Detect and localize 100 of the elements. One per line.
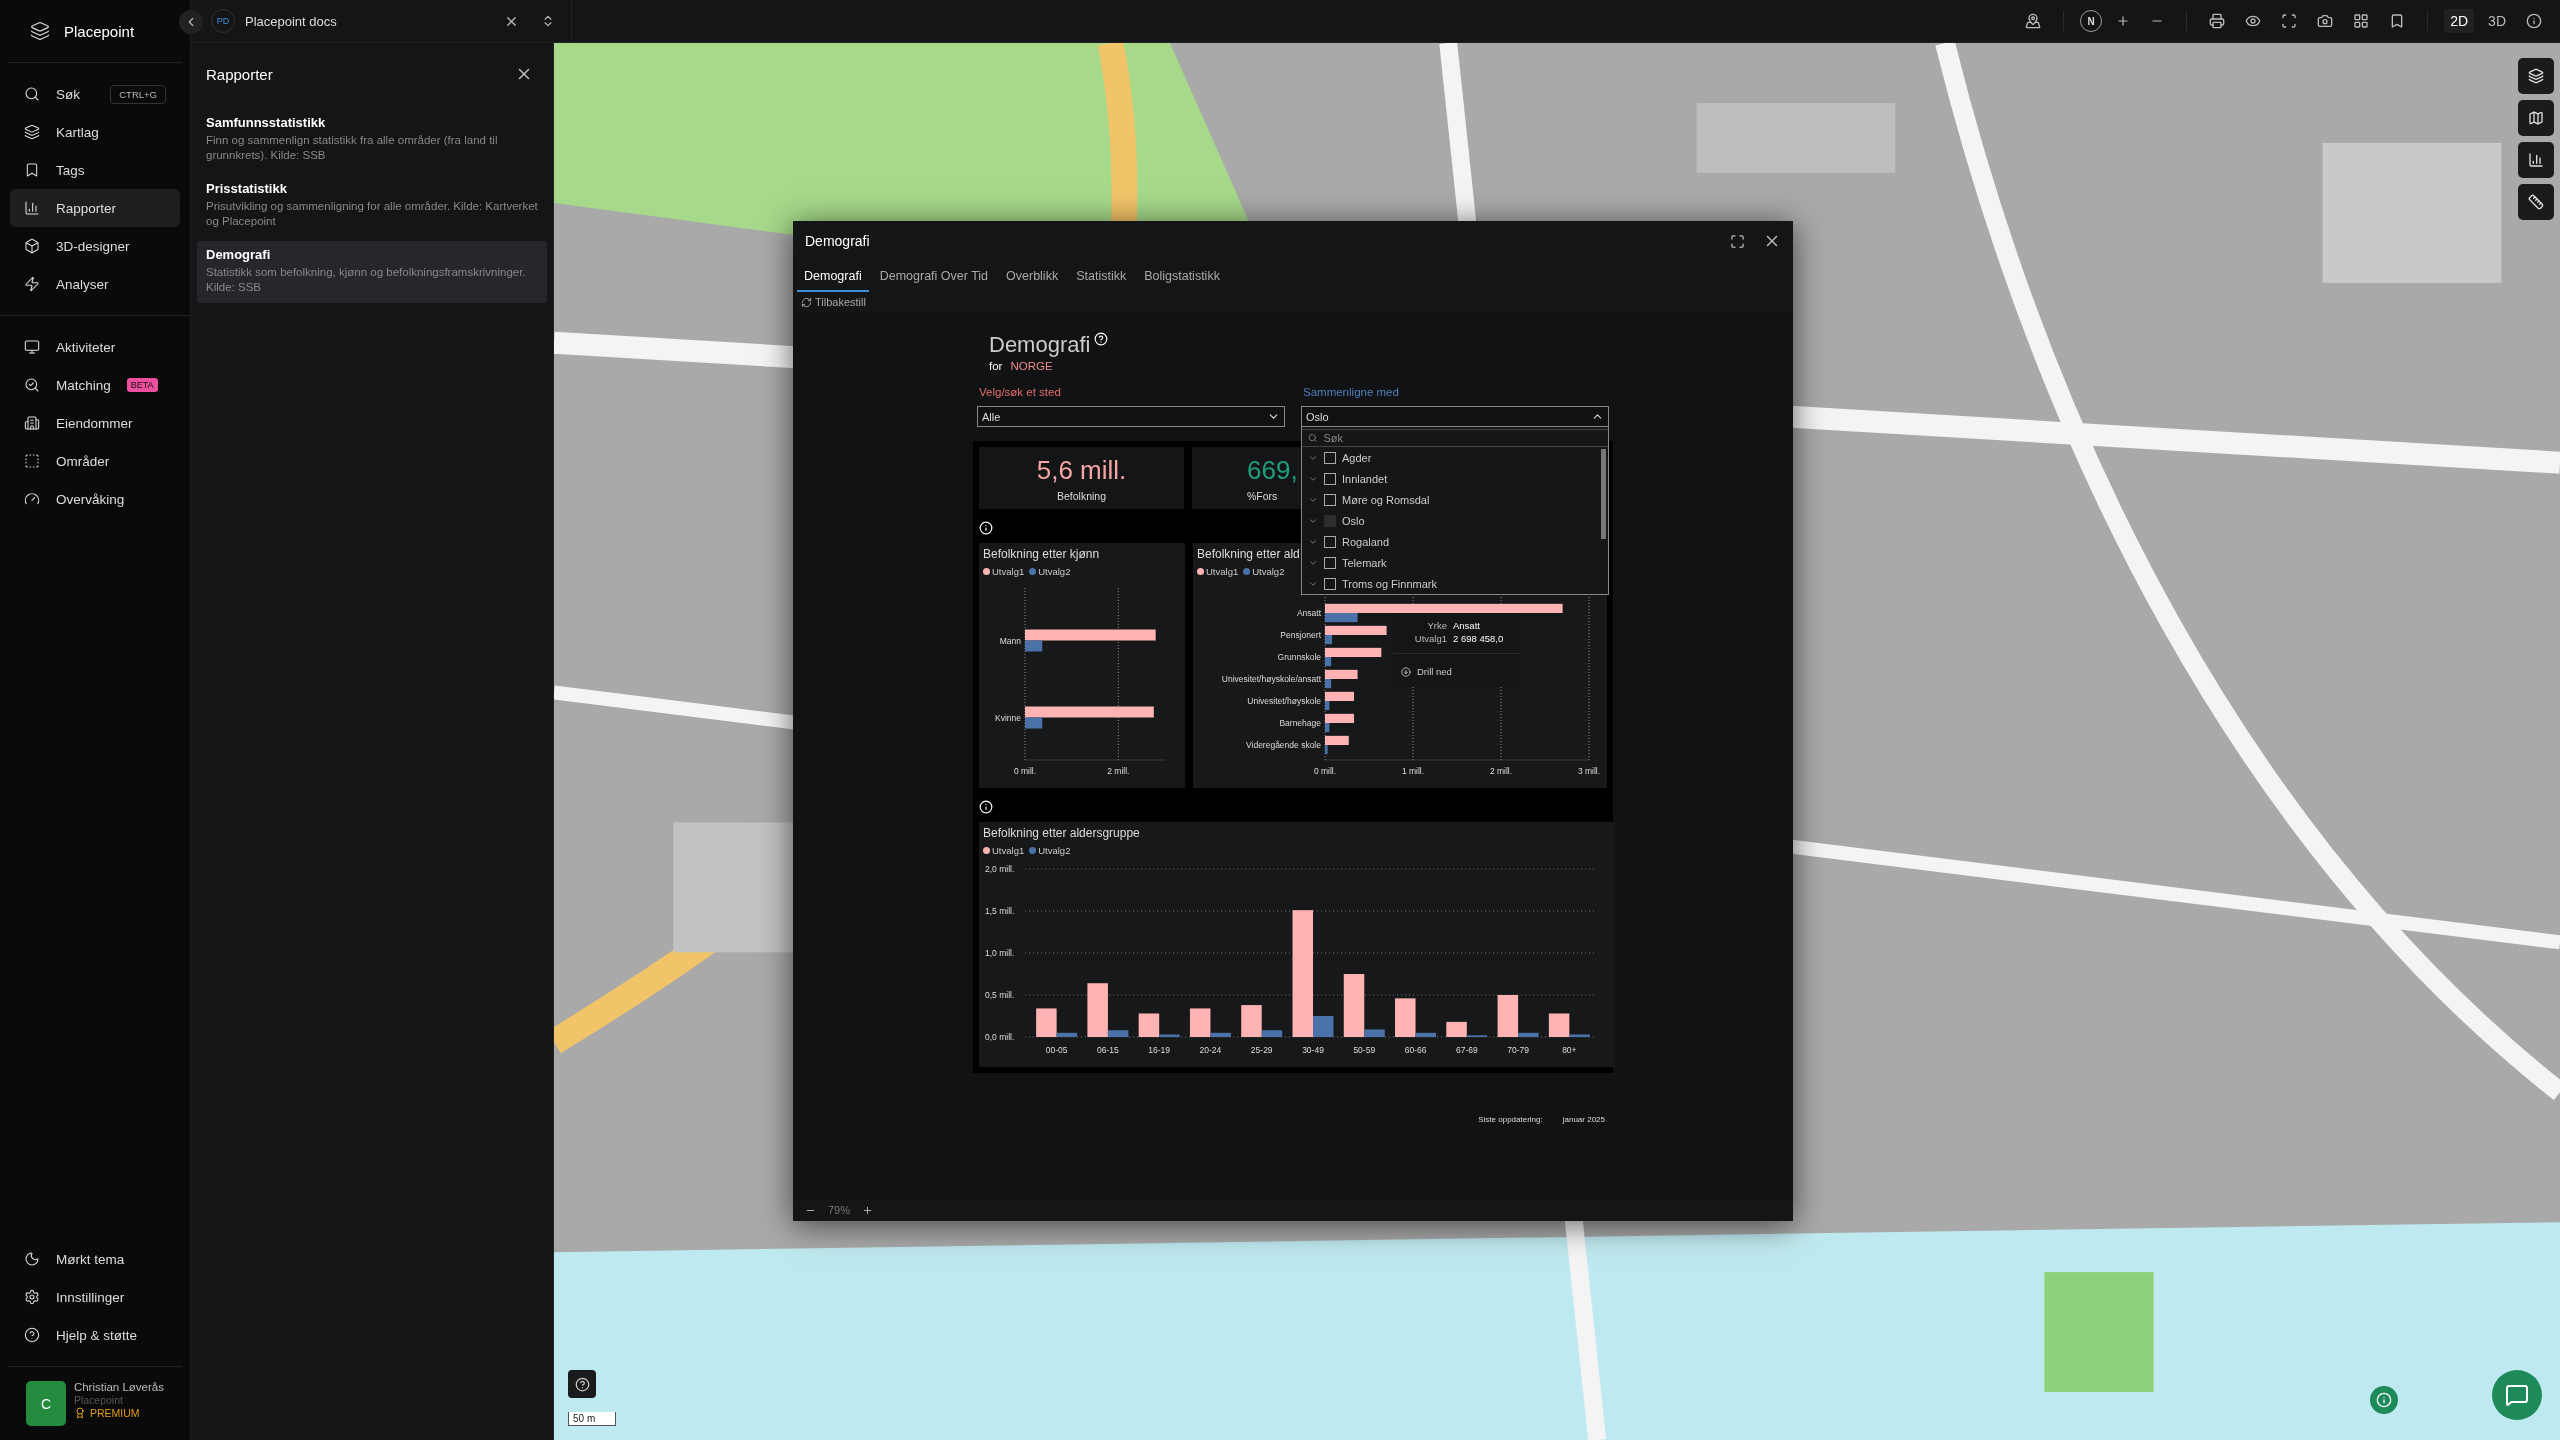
info-icon[interactable] — [979, 800, 993, 814]
dropdown-option[interactable]: Agder — [1302, 447, 1600, 468]
gauge-icon — [24, 491, 40, 507]
dropdown-option[interactable]: Troms og Finnmark — [1302, 573, 1600, 594]
tab[interactable]: Statistikk — [1069, 261, 1134, 292]
tab[interactable]: Demografi — [797, 261, 869, 292]
nav-item[interactable]: Aktiviteter — [10, 328, 180, 366]
help-button[interactable] — [568, 1370, 596, 1398]
tooltip-key: Utvalg1 — [1399, 632, 1447, 645]
report-title: Prisstatistikk — [206, 181, 288, 196]
view-mode-button[interactable]: 2D — [2444, 9, 2475, 33]
legend-dot — [983, 847, 990, 854]
help-icon — [574, 1376, 590, 1392]
option-label: Innlandet — [1342, 472, 1388, 485]
camera-icon — [2317, 13, 2334, 29]
ruler-button[interactable] — [2518, 184, 2554, 220]
nav-label: Områder — [56, 453, 110, 469]
nav-item[interactable]: Matching BETA — [10, 366, 180, 404]
category-label: 30-49 — [1302, 1045, 1324, 1055]
nav-item[interactable]: Områder — [10, 442, 180, 480]
collapse-button[interactable] — [179, 10, 203, 34]
nav-item[interactable]: Eiendommer — [10, 404, 180, 442]
place-name: NORGE — [1010, 360, 1053, 372]
tab[interactable]: Demografi Over Tid — [872, 261, 996, 292]
tab[interactable]: Boligstatistikk — [1137, 261, 1227, 292]
select-label: Sammenligne med — [1302, 386, 1400, 398]
checkbox[interactable] — [1324, 493, 1336, 506]
checkbox[interactable] — [1324, 472, 1336, 485]
report-item[interactable]: Demografi Statistikk som befolkning, kjønn og befolkningsframskrivninger. Kilde: SSB — [197, 241, 547, 303]
nav-item[interactable]: Rapporter — [10, 189, 180, 227]
scrollbar-thumb[interactable] — [1601, 449, 1606, 539]
help-icon[interactable] — [1094, 332, 1109, 346]
dropdown-option[interactable]: Telemark — [1302, 552, 1600, 573]
nav-item[interactable]: Søk CTRL+G — [10, 75, 180, 113]
report-item[interactable]: Samfunnsstatistikk Finn og sammenlign statistikk fra alle områder (fra land til grunnkrets). Kilde: SSB — [197, 109, 547, 171]
view-mode-button[interactable]: 3D — [2482, 9, 2512, 33]
drill-down-button[interactable]: Drill ned — [1393, 653, 1520, 681]
nav-item[interactable]: Analyser — [10, 265, 180, 303]
layers-button[interactable] — [2518, 58, 2554, 94]
compare-select[interactable]: Oslo — [1301, 406, 1609, 427]
bar-chart-icon — [24, 200, 40, 216]
category-label: Grunnskole — [1277, 652, 1321, 662]
option-label: Troms og Finnmark — [1342, 577, 1437, 590]
reset-button[interactable]: Tilbakestill — [793, 292, 874, 312]
select-label: Velg/søk et sted — [978, 386, 1062, 398]
category-label: 60-66 — [1404, 1045, 1427, 1055]
option-label: Møre og Romsdal — [1342, 493, 1430, 506]
nav-label: Matching — [56, 377, 111, 393]
place-select[interactable]: Alle — [977, 406, 1285, 427]
dropdown-option[interactable]: Innlandet — [1302, 468, 1600, 489]
checkbox[interactable] — [1324, 535, 1336, 548]
settings-icon — [24, 1289, 40, 1305]
nav-item[interactable]: Tags — [10, 151, 180, 189]
tooltip-value: Ansatt — [1453, 619, 1481, 632]
chart-button[interactable] — [2518, 142, 2554, 178]
beta-badge: BETA — [126, 378, 158, 392]
axis-label: 1 mill. — [1401, 766, 1425, 776]
info-icon[interactable] — [979, 521, 993, 535]
nav-label: Aktiviteter — [56, 339, 116, 355]
tab[interactable]: Overblikk — [999, 261, 1066, 292]
nav-item[interactable]: 3D-designer — [10, 227, 180, 265]
nav-item[interactable]: Hjelp & støtte — [10, 1316, 180, 1354]
building-icon — [24, 415, 40, 431]
legend-label: Utvalg1 — [1206, 566, 1239, 577]
option-label: Telemark — [1342, 556, 1387, 569]
chart-title: Befolkning etter ald — [1197, 547, 1301, 561]
for-label: for — [989, 360, 1003, 372]
logo-icon — [30, 21, 50, 41]
map-icon — [2528, 110, 2544, 126]
category-label: 16-19 — [1148, 1045, 1171, 1055]
workspace-name[interactable]: Placepoint docs — [245, 13, 488, 29]
dropdown-option[interactable]: Rogaland — [1302, 531, 1600, 552]
checkbox[interactable] — [1324, 577, 1336, 590]
nav-item[interactable]: Mørkt tema — [10, 1240, 180, 1278]
user-organization: Placepoint — [73, 1394, 124, 1406]
dropdown-option[interactable]: Oslo — [1302, 510, 1600, 531]
axis-label: 0 mill. — [1313, 766, 1337, 776]
maximize-icon — [1730, 233, 1745, 249]
checkbox[interactable] — [1324, 514, 1336, 527]
layers-icon — [2528, 68, 2544, 84]
printer-icon — [2209, 13, 2226, 29]
chat-icon — [2505, 1383, 2529, 1407]
category-label: Kvinne — [995, 712, 1021, 723]
map-button[interactable] — [2518, 100, 2554, 136]
brand-name: Placepoint — [64, 22, 135, 40]
report-item[interactable]: Prisstatistikk Prisutvikling og sammenligning for alle områder. Kilde: Kartverket og Placepoint — [197, 175, 547, 237]
dropdown-option[interactable]: Møre og Romsdal — [1302, 489, 1600, 510]
category-label: 80+ — [1562, 1045, 1577, 1055]
nav-item[interactable]: Overvåking — [10, 480, 180, 518]
update-date: januar 2025 — [1562, 1115, 1605, 1124]
nav-item[interactable]: Kartlag — [10, 113, 180, 151]
award-icon — [73, 1407, 86, 1419]
user-avatar[interactable]: C — [26, 1381, 66, 1426]
chart-title: Befolkning etter kjønn — [983, 547, 1101, 561]
magnifier-icon — [24, 377, 40, 393]
checkbox[interactable] — [1324, 556, 1336, 569]
category-label: Pensjonert — [1280, 630, 1321, 640]
checkbox[interactable] — [1324, 451, 1336, 464]
nav-item[interactable]: Innstillinger — [10, 1278, 180, 1316]
search-field[interactable]: Søk — [1321, 431, 1602, 445]
